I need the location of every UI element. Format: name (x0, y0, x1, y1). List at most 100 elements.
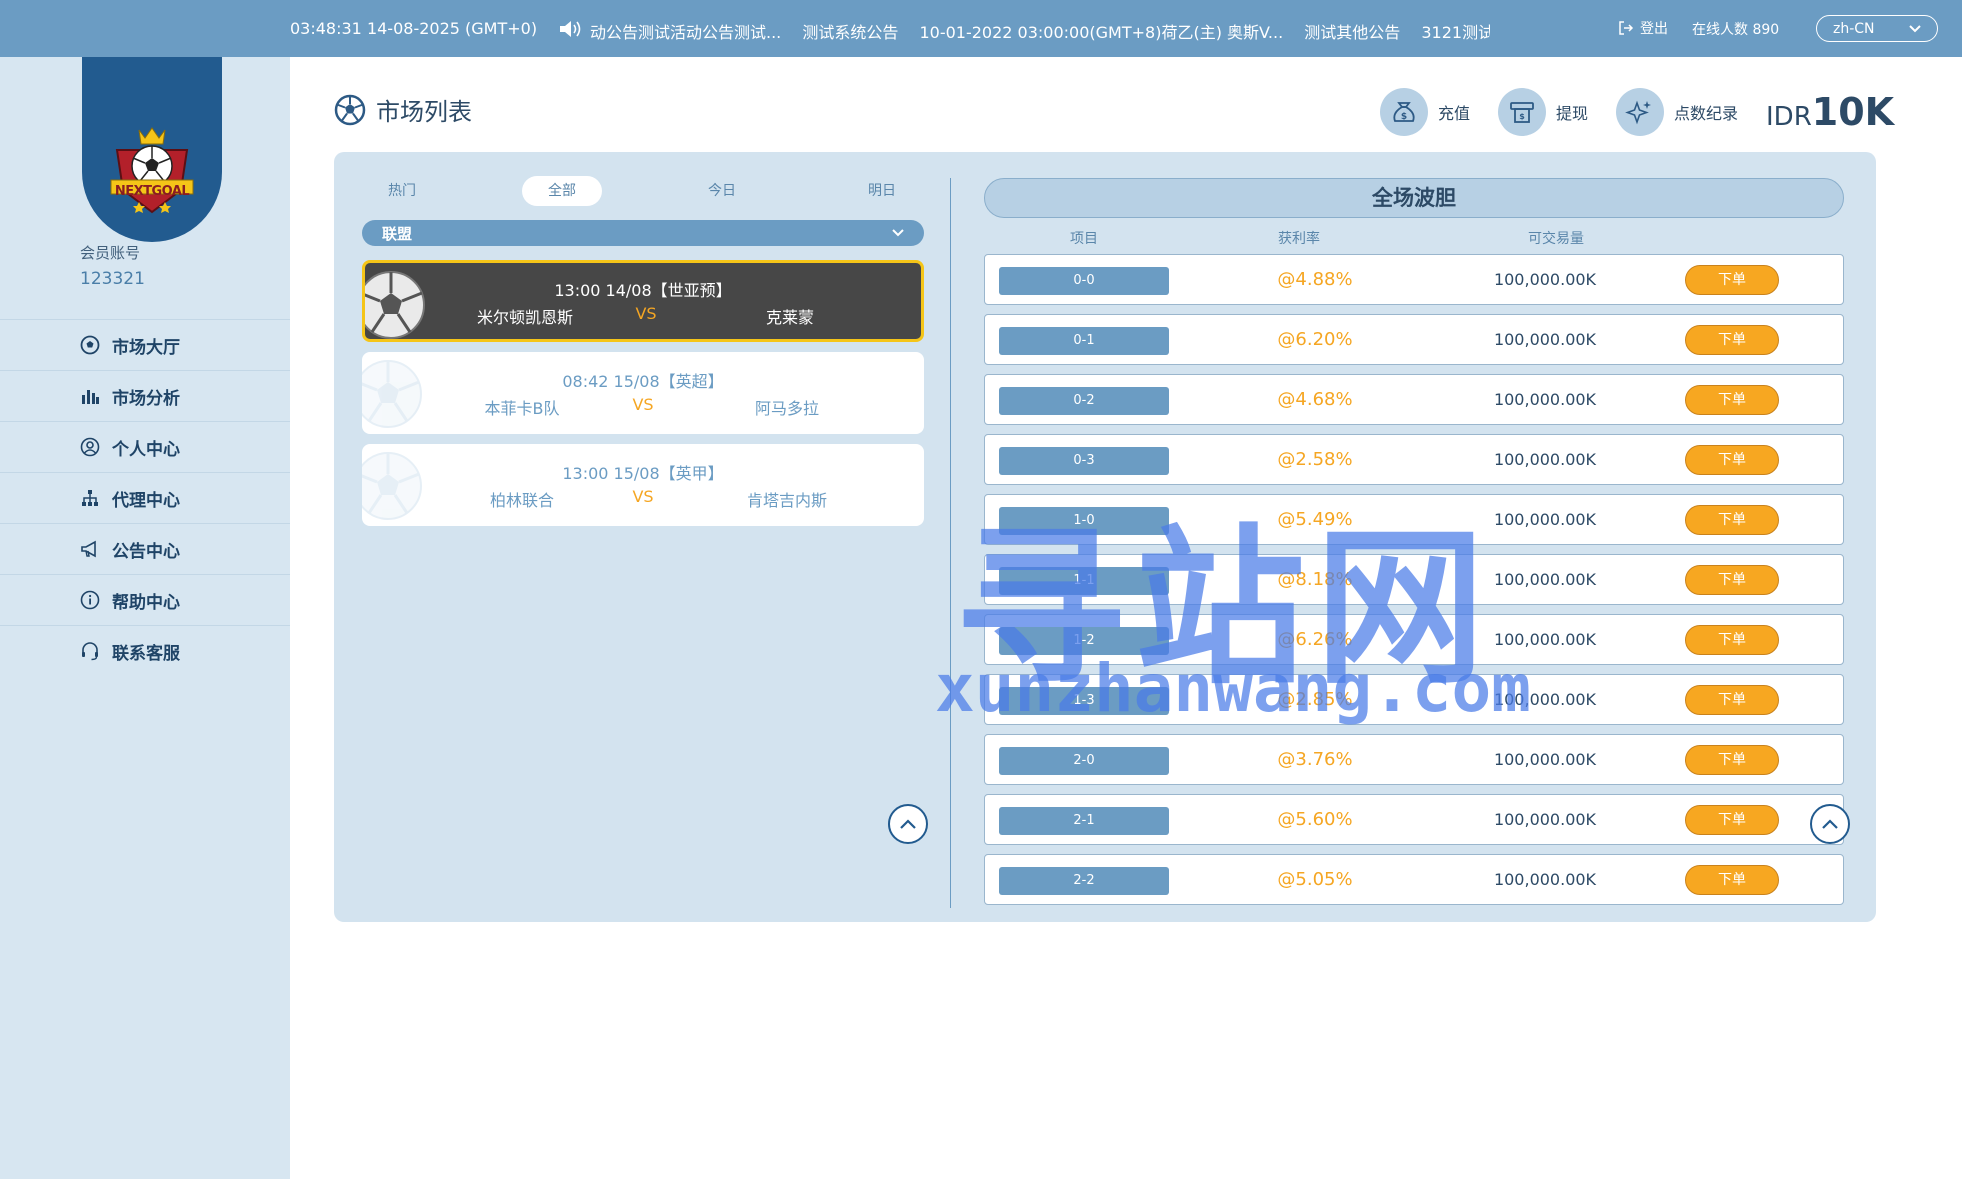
announcement-item[interactable]: 3121测试活动公! (1421, 23, 1490, 42)
megaphone-icon (80, 539, 100, 559)
place-order-button[interactable]: 下单 (1685, 685, 1779, 715)
odds-row: 2-1 @5.60% 100,000.00K 下单 (984, 794, 1844, 845)
place-order-button[interactable]: 下单 (1685, 505, 1779, 535)
logo-container[interactable]: NEXTGOAL (82, 57, 222, 242)
odds-row: 1-3 @2.85% 100,000.00K 下单 (984, 674, 1844, 725)
announcement-item[interactable]: 10-01-2022 03:00:00(GMT+8)荷乙(主) 奥斯V... (919, 23, 1283, 42)
trade-volume: 100,000.00K (1493, 750, 1597, 769)
tab-hot[interactable]: 热门 (362, 176, 442, 206)
score-label: 2-0 (999, 747, 1169, 775)
sparkle-icon (1616, 88, 1664, 136)
place-order-button[interactable]: 下单 (1685, 325, 1779, 355)
col-rate: 获利率 (1278, 231, 1320, 247)
trade-volume: 100,000.00K (1493, 450, 1597, 469)
odds-title: 全场波胆 (984, 178, 1844, 218)
org-chart-icon (80, 488, 100, 508)
withdraw-button[interactable]: $ 提现 (1498, 87, 1588, 137)
away-team: 阿马多拉 (754, 399, 819, 418)
vs-label: VS (632, 395, 654, 414)
scroll-top-button[interactable] (1810, 804, 1850, 844)
sidebar-item-label: 公告中心 (112, 541, 180, 562)
profit-rate: @5.05% (1277, 869, 1353, 890)
language-select[interactable]: zh-CN (1816, 15, 1938, 42)
sidebar-item-label: 代理中心 (112, 490, 180, 511)
sidebar-item-label: 市场大厅 (112, 337, 180, 358)
nextgoal-logo (110, 127, 194, 214)
profit-rate: @4.88% (1277, 269, 1353, 290)
deposit-label: 充值 (1438, 104, 1471, 123)
odds-row: 1-2 @6.26% 100,000.00K 下单 (984, 614, 1844, 665)
points-record-button[interactable]: 点数纪录 (1616, 87, 1738, 137)
sidebar-item-market-analysis[interactable]: 市场分析 (0, 370, 290, 421)
place-order-button[interactable]: 下单 (1685, 745, 1779, 775)
place-order-button[interactable]: 下单 (1685, 625, 1779, 655)
sidebar-menu: 市场大厅 市场分析 个人中心 代理中心 公告中心 帮助中心 联系客服 (0, 319, 290, 676)
tab-tomorrow[interactable]: 明日 (842, 176, 922, 206)
away-team: 肯塔吉内斯 (746, 491, 827, 510)
chevron-down-icon (892, 229, 904, 237)
place-order-button[interactable]: 下单 (1685, 805, 1779, 835)
deposit-button[interactable]: $ 充值 (1380, 87, 1470, 137)
league-select[interactable]: 联盟 (362, 220, 924, 246)
place-order-button[interactable]: 下单 (1685, 565, 1779, 595)
column-divider (950, 178, 951, 908)
svg-text:$: $ (1401, 112, 1407, 122)
match-card[interactable]: 13:00 15/08【英甲】 柏林联合 VS 肯塔吉内斯 (362, 444, 924, 526)
speaker-icon (560, 21, 581, 37)
trade-volume: 100,000.00K (1493, 630, 1597, 649)
sidebar-item-agent-center[interactable]: 代理中心 (0, 472, 290, 523)
trade-volume: 100,000.00K (1493, 570, 1597, 589)
announcement-item[interactable]: 动公告测试活动公告测试... (590, 23, 781, 42)
odds-row: 0-2 @4.68% 100,000.00K 下单 (984, 374, 1844, 425)
score-label: 0-2 (999, 387, 1169, 415)
odds-row: 0-0 @4.88% 100,000.00K 下单 (984, 254, 1844, 305)
place-order-button[interactable]: 下单 (1685, 445, 1779, 475)
trade-volume: 100,000.00K (1493, 330, 1597, 349)
odds-row: 0-1 @6.20% 100,000.00K 下单 (984, 314, 1844, 365)
chevron-up-icon (900, 819, 916, 829)
sidebar-item-help-center[interactable]: 帮助中心 (0, 574, 290, 625)
logout-icon (1619, 21, 1634, 35)
place-order-button[interactable]: 下单 (1685, 385, 1779, 415)
match-card[interactable]: 13:00 14/08【世亚预】 米尔顿凯恩斯 VS 克莱蒙 (362, 260, 924, 342)
away-team: 克莱蒙 (765, 308, 814, 327)
scroll-top-button[interactable] (888, 804, 928, 844)
tab-all[interactable]: 全部 (522, 176, 602, 206)
online-count: 在线人数 890 (1692, 22, 1780, 38)
place-order-button[interactable]: 下单 (1685, 865, 1779, 895)
score-label: 1-1 (999, 567, 1169, 595)
tab-today[interactable]: 今日 (682, 176, 762, 206)
headset-icon (80, 641, 100, 661)
place-order-button[interactable]: 下单 (1685, 265, 1779, 295)
svg-text:$: $ (1519, 112, 1525, 121)
sidebar-item-label: 个人中心 (112, 439, 180, 460)
vs-label: VS (632, 487, 654, 506)
odds-list[interactable]: 0-0 @4.88% 100,000.00K 下单 0-1 @6.20% 100… (984, 254, 1844, 906)
sidebar-item-customer-service[interactable]: 联系客服 (0, 625, 290, 676)
trade-volume: 100,000.00K (1493, 870, 1597, 889)
trade-volume: 100,000.00K (1493, 690, 1597, 709)
user-circle-icon (80, 437, 100, 457)
odds-header: 项目 获利率 可交易量 (984, 228, 1844, 248)
score-label: 0-1 (999, 327, 1169, 355)
match-card[interactable]: 08:42 15/08【英超】 本菲卡B队 VS 阿马多拉 (362, 352, 924, 434)
announcement-item[interactable]: 测试系统公告 (802, 23, 898, 42)
sidebar-item-notice-center[interactable]: 公告中心 (0, 523, 290, 574)
soccer-ball-icon (334, 94, 366, 125)
balance-display: IDR10K (1766, 90, 1894, 134)
announcement-item[interactable]: 测试其他公告 (1304, 23, 1400, 42)
trade-volume: 100,000.00K (1493, 390, 1597, 409)
sidebar-item-market-hall[interactable]: 市场大厅 (0, 319, 290, 370)
chevron-up-icon (1822, 819, 1838, 829)
page-title: 市场列表 (334, 92, 472, 127)
profit-rate: @6.20% (1277, 329, 1353, 350)
chevron-down-icon (1909, 24, 1921, 32)
odds-row: 2-2 @5.05% 100,000.00K 下单 (984, 854, 1844, 905)
sidebar-item-personal-center[interactable]: 个人中心 (0, 421, 290, 472)
bar-chart-icon (80, 386, 100, 406)
sidebar-item-label: 市场分析 (112, 388, 180, 409)
withdraw-label: 提现 (1556, 104, 1589, 123)
score-label: 0-3 (999, 447, 1169, 475)
logout-button[interactable]: 登出 (1618, 18, 1668, 38)
announcement-marquee[interactable]: 动公告测试活动公告测试... 测试系统公告 10-01-2022 03:00:0… (590, 19, 1490, 43)
